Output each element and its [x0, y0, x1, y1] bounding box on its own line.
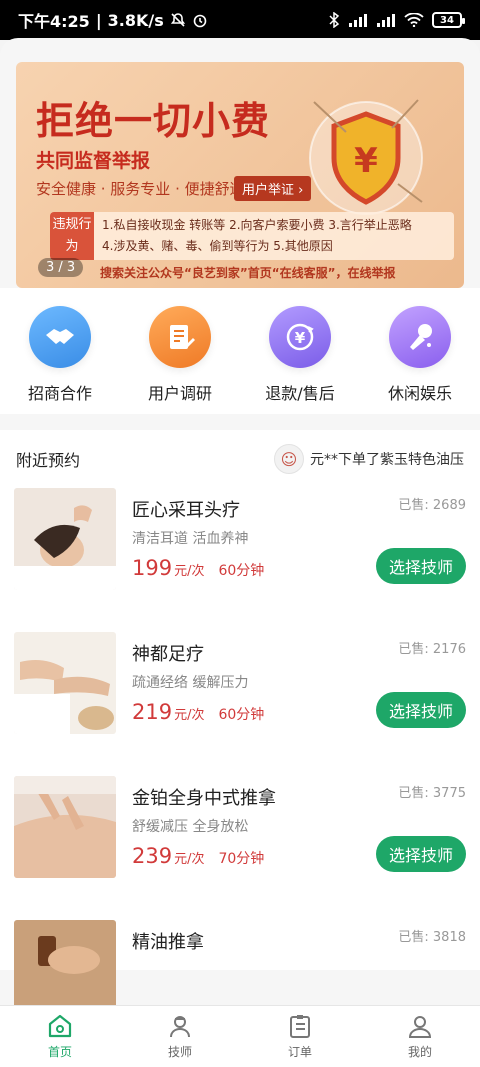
- sold-count: 已售: 3818: [398, 930, 466, 945]
- entry-survey[interactable]: 用户调研: [125, 306, 235, 414]
- entry-label: 用户调研: [147, 384, 212, 403]
- signal-icon: [348, 13, 368, 27]
- violation-tag: 违规行为: [50, 212, 94, 260]
- service-desc: 疏通经络 缓解压力: [132, 675, 249, 691]
- promo-banner[interactable]: 拒绝一切小费 共同监督举报 安全健康 · 服务专业 · 便捷舒适 用户举证 › …: [16, 62, 464, 288]
- tab-label: 首页: [47, 1045, 72, 1059]
- technician-icon: [170, 1016, 190, 1038]
- select-technician-button[interactable]: 选择技师: [376, 692, 466, 728]
- violation-text: 1.私自接收现金 转账等 2.向客户索要小费 3.言行举止恶略 4.涉及黄、赌、…: [94, 212, 420, 260]
- order-notice-text: 元**下单了紫玉特色油压: [310, 452, 464, 468]
- entry-label: 退款/售后: [265, 384, 335, 403]
- document-pen-icon: [149, 306, 211, 368]
- refund-icon: ¥: [269, 306, 331, 368]
- battery-icon: 34: [432, 12, 465, 28]
- banner-subtitle: 共同监督举报: [36, 150, 151, 172]
- price-value: 239: [132, 844, 173, 868]
- duration: 70分钟: [218, 851, 265, 867]
- banner-title: 拒绝一切小费: [36, 99, 271, 143]
- price-unit: 元/次: [174, 708, 205, 723]
- tab-orders[interactable]: 订单: [240, 1006, 360, 1067]
- wifi-icon: [404, 13, 424, 27]
- status-time: 下午4:25: [18, 12, 90, 31]
- service-desc: 清洁耳道 活血养神: [132, 531, 249, 547]
- service-name: 匠心采耳头疗: [132, 500, 240, 521]
- order-icon: [290, 1015, 310, 1038]
- list-item[interactable]: 神都足疗 疏通经络 缓解压力 219 元/次 60分钟 已售: 2176 选择技师: [0, 632, 480, 776]
- alarm-icon: [192, 12, 208, 28]
- service-thumbnail: [14, 776, 116, 878]
- service-name: 神都足疗: [132, 644, 204, 665]
- service-price: 219 元/次 60分钟: [132, 700, 264, 724]
- price-value: 199: [132, 556, 173, 580]
- list-item[interactable]: 匠心采耳头疗 清洁耳道 活血养神 199 元/次 60分钟 已售: 2689 选择技…: [0, 488, 480, 632]
- nearby-header: 附近预约 ☺ 元**下单了紫玉特色油压: [0, 430, 480, 488]
- service-price: 199 元/次 60分钟: [132, 556, 264, 580]
- microphone-icon: [389, 306, 451, 368]
- entry-leisure[interactable]: 休闲娱乐: [365, 306, 475, 414]
- report-button[interactable]: 用户举证 ›: [234, 176, 312, 201]
- price-value: 219: [132, 700, 173, 724]
- nearby-section: 附近预约 ☺ 元**下单了紫玉特色油压 匠心采耳头疗 清洁耳道 活血养神 199…: [0, 430, 480, 1022]
- app-screen: 下午4:25 | 3.8K/s 34 拒绝一切小费 共同监督举报 安全健康 · …: [0, 0, 480, 1067]
- sold-count: 已售: 2689: [398, 498, 466, 513]
- service-thumbnail: [14, 488, 116, 590]
- status-bar: 下午4:25 | 3.8K/s 34: [0, 0, 480, 40]
- profile-icon: [408, 1016, 432, 1038]
- select-technician-button[interactable]: 选择技师: [376, 836, 466, 872]
- signal-icon-2: [376, 13, 396, 27]
- entry-label: 休闲娱乐: [387, 384, 452, 403]
- handshake-icon: [29, 306, 91, 368]
- list-item[interactable]: 金铂全身中式推拿 舒缓减压 全身放松 239 元/次 70分钟 已售: 3775 选…: [0, 776, 480, 920]
- sold-count: 已售: 2176: [398, 642, 466, 657]
- home-icon: [48, 1014, 72, 1038]
- tab-label: 我的: [407, 1045, 432, 1059]
- service-desc: 舒缓减压 全身放松: [132, 819, 249, 835]
- order-notice: ☺ 元**下单了紫玉特色油压: [274, 444, 464, 474]
- price-unit: 元/次: [174, 852, 205, 867]
- banner-tagline: 安全健康 · 服务专业 · 便捷舒适: [36, 180, 245, 198]
- bluetooth-icon: [328, 12, 340, 28]
- status-speed: 3.8K/s: [107, 10, 164, 30]
- select-technician-button[interactable]: 选择技师: [376, 548, 466, 584]
- service-thumbnail: [14, 632, 116, 734]
- svg-text:¥: ¥: [295, 329, 306, 347]
- mute-icon: [170, 12, 186, 28]
- service-price: 239 元/次 70分钟: [132, 844, 264, 868]
- banner-footer: 搜索关注公众号“良艺到家”首页“在线客服”，在线举报: [100, 266, 396, 280]
- sold-count: 已售: 3775: [398, 786, 466, 801]
- price-unit: 元/次: [174, 564, 205, 579]
- entry-label: 招商合作: [27, 384, 92, 403]
- quick-entries: 招商合作 用户调研 ¥ 退款/售后 休闲娱乐: [0, 288, 480, 414]
- banner-page-indicator: 3 / 3: [38, 258, 84, 277]
- tab-label: 订单: [287, 1045, 312, 1059]
- violation-box: 违规行为 1.私自接收现金 转账等 2.向客户索要小费 3.言行举止恶略 4.涉…: [50, 212, 454, 260]
- bottom-tab-bar: 首页 技师 订单 我的: [0, 1005, 480, 1067]
- service-name: 精油推拿: [132, 932, 204, 953]
- entry-business[interactable]: 招商合作: [5, 306, 115, 414]
- tab-home[interactable]: 首页: [0, 1006, 120, 1067]
- tab-technician[interactable]: 技师: [120, 1006, 240, 1067]
- status-divider: |: [95, 10, 102, 30]
- service-name: 金铂全身中式推拿: [132, 788, 276, 809]
- nearby-title: 附近预约: [16, 451, 81, 470]
- duration: 60分钟: [218, 563, 265, 579]
- entry-refund[interactable]: ¥ 退款/售后: [245, 306, 355, 414]
- svg-text:¥: ¥: [354, 141, 378, 181]
- duration: 60分钟: [218, 707, 265, 723]
- tab-label: 技师: [167, 1045, 192, 1059]
- avatar: ☺: [274, 444, 304, 474]
- shield-icon: ¥: [309, 99, 423, 215]
- tab-profile[interactable]: 我的: [360, 1006, 480, 1067]
- violation-line-1: 1.私自接收现金 转账等 2.向客户索要小费 3.言行举止恶略: [102, 218, 412, 232]
- violation-line-2: 4.涉及黄、赌、毒、偷到等行为 5.其他原因: [102, 239, 333, 253]
